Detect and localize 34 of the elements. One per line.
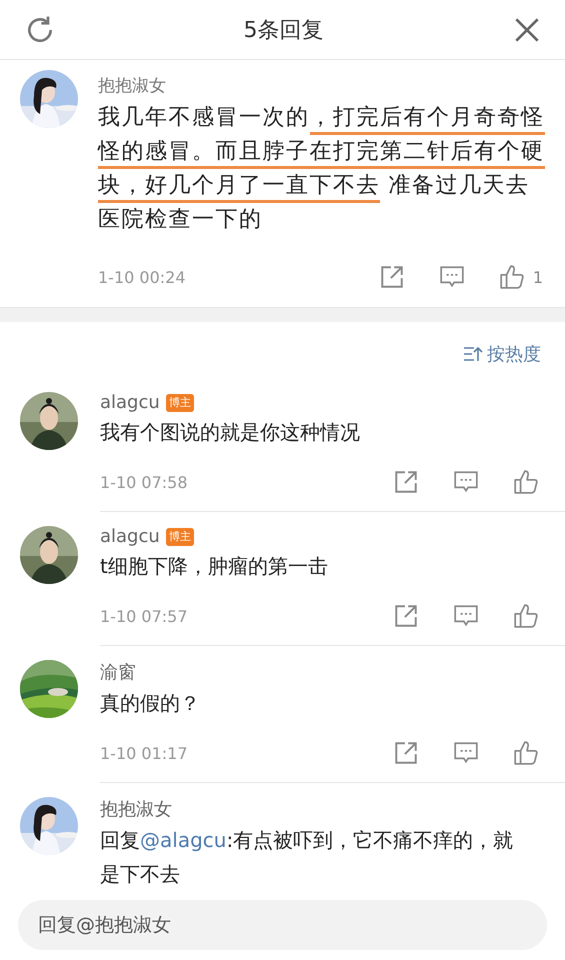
thumbs-up-icon[interactable] xyxy=(513,603,539,629)
post-text: 我几年不感冒一次的，打完后有个月奇奇怪怪的感冒。而且脖子在打完第二针后有个硬块，好几个月了一直下不去 准备过几天去医院检查一下的 xyxy=(98,104,546,234)
thumbs-up-icon[interactable] xyxy=(513,469,539,495)
timestamp: 1-10 01:17 xyxy=(100,744,189,762)
comment-icon[interactable] xyxy=(453,740,479,766)
share-icon[interactable] xyxy=(378,264,405,290)
thumbs-up-icon[interactable] xyxy=(513,740,539,766)
reply-field[interactable]: 回复@抱抱淑女 xyxy=(18,900,547,950)
timestamp: 1-10 07:58 xyxy=(100,472,189,492)
comment-icon[interactable] xyxy=(453,469,479,495)
author-name[interactable]: alagcu xyxy=(100,392,160,413)
mention-link[interactable]: @alagcu xyxy=(140,828,226,852)
timestamp: 1-10 00:24 xyxy=(98,268,187,286)
window-title: 5条回复 xyxy=(244,16,324,44)
share-icon[interactable] xyxy=(393,740,419,766)
sort-icon xyxy=(463,345,483,363)
comment-text: 回复@alagcu:有点被吓到，它不痛不痒的，就是下不去 xyxy=(100,827,514,888)
share-icon[interactable] xyxy=(393,469,419,495)
sort-button[interactable]: 按热度 xyxy=(463,342,541,366)
comment-text: 真的假的？ xyxy=(100,690,201,717)
timestamp: 1-10 07:57 xyxy=(100,606,189,626)
badge: 博主 xyxy=(166,528,194,546)
author-name[interactable]: alagcu xyxy=(100,526,160,547)
comment-icon[interactable] xyxy=(438,264,465,290)
comment-text: 我有个图说的就是你这种情况 xyxy=(100,419,361,446)
badge: 博主 xyxy=(166,394,194,412)
thumbs-up-icon[interactable] xyxy=(498,264,525,290)
like-count: 1 xyxy=(532,268,543,286)
author-name[interactable]: 抱抱淑女 xyxy=(98,74,545,97)
share-icon[interactable] xyxy=(393,603,419,629)
author-name[interactable]: 渝窗 xyxy=(100,660,136,684)
comment-icon[interactable] xyxy=(453,603,479,629)
author-name[interactable]: 抱抱淑女 xyxy=(100,797,172,821)
comment-text: t细胞下降，肿瘤的第一击 xyxy=(100,553,329,580)
